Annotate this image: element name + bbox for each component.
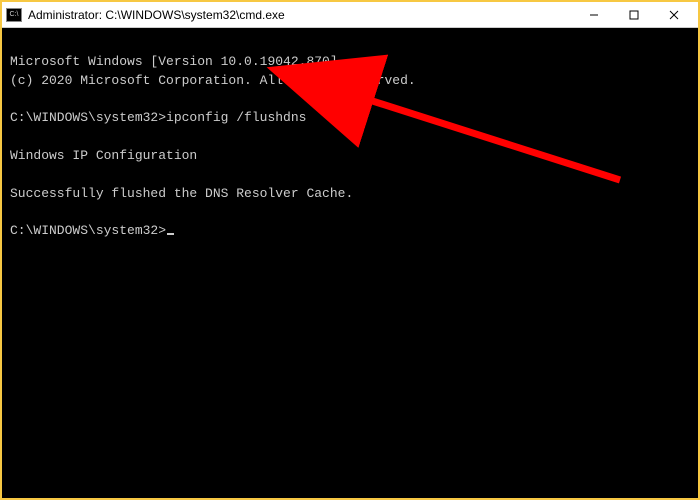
cmd-window: C:\ Administrator: C:\WINDOWS\system32\c… bbox=[0, 0, 700, 500]
close-button[interactable] bbox=[654, 3, 694, 27]
command-text: ipconfig /flushdns bbox=[166, 110, 306, 125]
maximize-icon bbox=[629, 10, 639, 20]
cursor bbox=[167, 233, 174, 235]
cmd-icon: C:\ bbox=[6, 8, 22, 22]
console-area[interactable]: Microsoft Windows [Version 10.0.19042.87… bbox=[2, 28, 698, 247]
minimize-button[interactable] bbox=[574, 3, 614, 27]
blank-line bbox=[10, 167, 18, 182]
close-icon bbox=[669, 10, 679, 20]
blank-line bbox=[10, 205, 18, 220]
minimize-icon bbox=[589, 10, 599, 20]
blank-line bbox=[10, 92, 18, 107]
maximize-button[interactable] bbox=[614, 3, 654, 27]
blank-line bbox=[10, 129, 18, 144]
window-controls bbox=[574, 3, 694, 27]
result-line: Successfully flushed the DNS Resolver Ca… bbox=[10, 186, 353, 201]
titlebar[interactable]: C:\ Administrator: C:\WINDOWS\system32\c… bbox=[2, 2, 698, 28]
version-line: Microsoft Windows [Version 10.0.19042.87… bbox=[10, 54, 338, 69]
window-title: Administrator: C:\WINDOWS\system32\cmd.e… bbox=[28, 8, 574, 22]
prompt: C:\WINDOWS\system32> bbox=[10, 223, 166, 238]
copyright-line: (c) 2020 Microsoft Corporation. All righ… bbox=[10, 73, 416, 88]
prompt: C:\WINDOWS\system32> bbox=[10, 110, 166, 125]
config-heading: Windows IP Configuration bbox=[10, 148, 197, 163]
